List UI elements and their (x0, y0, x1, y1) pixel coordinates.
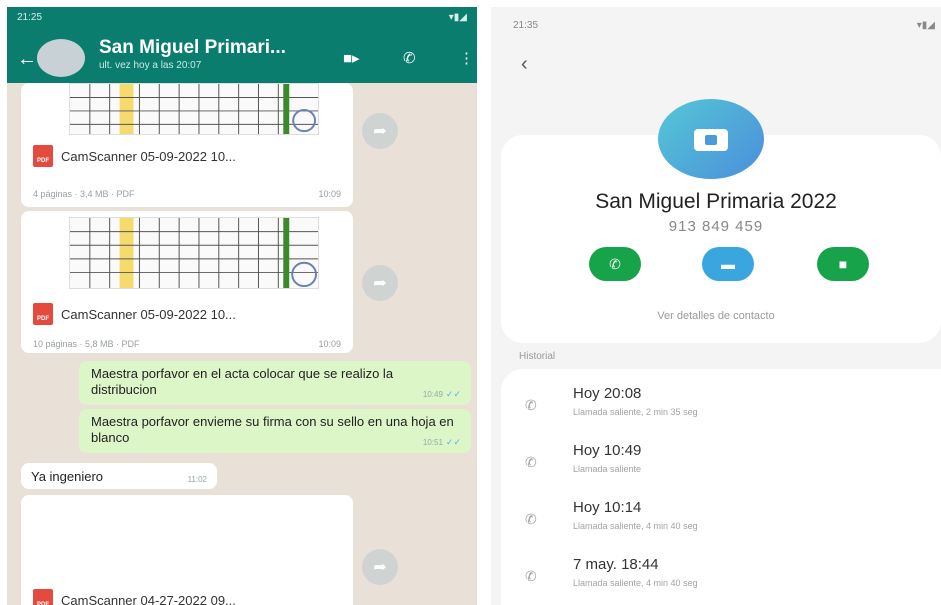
chat-bubble-icon: ▬ (721, 256, 735, 272)
call-history-item[interactable]: ✆ Hoy 10:14 Llamada saliente, 4 min 40 s… (521, 499, 921, 549)
status-time: 21:35 (513, 20, 539, 31)
contact-phone: 913 849 459 (668, 218, 764, 235)
message-button[interactable]: ▬ (702, 247, 754, 281)
document-message[interactable]: PDF CamScanner 05-09-2022 10... 10 págin… (21, 211, 353, 353)
status-bar: 21:25 ▾▮◢ (7, 7, 477, 29)
system-icons: ▾▮◢ (916, 20, 935, 31)
forward-icon[interactable]: ➦ (362, 113, 398, 149)
message-time: 10:09 (318, 339, 341, 349)
status-time: 21:25 (17, 12, 43, 23)
chat-title[interactable]: San Miguel Primari... (99, 37, 286, 59)
call-button[interactable]: ✆ (589, 247, 641, 281)
outgoing-call-icon: ✆ (525, 568, 537, 584)
pdf-file-row[interactable]: PDF CamScanner 04-27-2022 09... (33, 589, 236, 605)
call-time: Hoy 20:08 (573, 385, 642, 402)
message-text: Maestra porfavor envieme su firma con su… (91, 414, 454, 445)
last-seen: ult. vez hoy a las 20:07 (99, 60, 202, 71)
chat-screen: 21:25 ▾▮◢ ← San Miguel Primari... ult. v… (7, 7, 477, 605)
document-message[interactable]: PDF CamScanner 04-27-2022 09... (21, 495, 353, 605)
message-time: 11:02 (187, 475, 207, 484)
message-text: Ya ingeniero (31, 469, 104, 484)
file-meta: 4 páginas · 3,4 MB · PDF (33, 189, 135, 199)
message-time: 10:49 (422, 390, 443, 399)
system-icons: ▾▮◢ (448, 12, 467, 23)
back-chevron-icon[interactable]: ‹ (521, 53, 528, 76)
file-name: CamScanner 05-09-2022 10... (61, 306, 236, 322)
message-meta: 10:51 ✓✓ (423, 437, 461, 448)
call-history-item[interactable]: ✆ 7 may. 18:44 Llamada saliente, 4 min 4… (521, 556, 921, 605)
video-icon: ■ (838, 256, 848, 272)
pdf-icon: PDF (33, 589, 53, 605)
video-call-button[interactable]: ■ (817, 247, 869, 281)
contact-avatar (658, 99, 764, 179)
document-thumbnail (69, 83, 319, 135)
screenshot-stage: 21:25 ▾▮◢ ← San Miguel Primari... ult. v… (0, 0, 941, 605)
outgoing-call-icon: ✆ (525, 511, 537, 527)
outgoing-message[interactable]: Maestra porfavor en el acta colocar que … (79, 361, 471, 405)
video-call-icon[interactable]: ■▸ (343, 51, 360, 66)
forward-icon[interactable]: ➦ (362, 265, 398, 301)
message-time: 10:09 (318, 189, 341, 199)
call-time: Hoy 10:49 (573, 442, 642, 459)
history-label: Historial (519, 351, 556, 362)
outgoing-call-icon: ✆ (525, 397, 537, 413)
call-detail: Llamada saliente, 4 min 40 seg (573, 578, 698, 588)
phone-icon: ✆ (609, 255, 621, 272)
avatar[interactable] (37, 39, 85, 77)
call-time: 7 may. 18:44 (573, 556, 659, 573)
call-detail: Llamada saliente (573, 464, 642, 474)
contact-details-link[interactable]: Ver detalles de contacto (491, 310, 941, 322)
back-arrow-icon[interactable]: ← (17, 49, 37, 69)
contact-name: San Miguel Primaria 2022 (595, 190, 837, 213)
message-meta: 10:49 ✓✓ (423, 389, 461, 400)
pdf-file-row[interactable]: PDF CamScanner 05-09-2022 10... (33, 145, 236, 167)
phone-icon[interactable]: ✆ (403, 51, 416, 66)
outgoing-call-icon: ✆ (525, 454, 537, 470)
file-name: CamScanner 05-09-2022 10... (61, 148, 236, 164)
message-time: 10:51 (422, 438, 443, 447)
incoming-message[interactable]: Ya ingeniero 11:02 (21, 463, 217, 489)
read-ticks-icon: ✓✓ (445, 437, 461, 447)
outgoing-message[interactable]: Maestra porfavor envieme su firma con su… (79, 409, 471, 453)
call-detail: Llamada saliente, 4 min 40 seg (573, 521, 698, 531)
call-time: Hoy 10:14 (573, 499, 642, 516)
status-bar: 21:35 ▾▮◢ (491, 7, 941, 31)
file-name: CamScanner 04-27-2022 09... (61, 592, 236, 605)
call-history-list: ✆ Hoy 20:08 Llamada saliente, 2 min 35 s… (501, 369, 941, 605)
document-message[interactable]: PDF CamScanner 05-09-2022 10... 4 página… (21, 83, 353, 207)
contact-screen: 21:35 ▾▮◢ ‹ San Miguel Primaria 2022 913… (491, 7, 941, 605)
pdf-icon: PDF (33, 145, 53, 167)
read-ticks-icon: ✓✓ (445, 389, 461, 399)
call-detail: Llamada saliente, 2 min 35 seg (573, 407, 698, 417)
forward-icon[interactable]: ➦ (362, 549, 398, 585)
more-options-icon[interactable]: ⋮ (459, 51, 474, 66)
pdf-icon: PDF (33, 303, 53, 325)
file-meta: 10 páginas · 5,8 MB · PDF (33, 339, 140, 349)
message-text: Maestra porfavor en el acta colocar que … (91, 366, 394, 397)
call-history-item[interactable]: ✆ Hoy 10:49 Llamada saliente (521, 442, 921, 492)
pdf-file-row[interactable]: PDF CamScanner 05-09-2022 10... (33, 303, 236, 325)
chat-header: 21:25 ▾▮◢ ← San Miguel Primari... ult. v… (7, 7, 477, 83)
call-history-item[interactable]: ✆ Hoy 20:08 Llamada saliente, 2 min 35 s… (521, 385, 921, 435)
document-thumbnail (69, 217, 319, 289)
contact-placeholder-icon (694, 129, 728, 151)
